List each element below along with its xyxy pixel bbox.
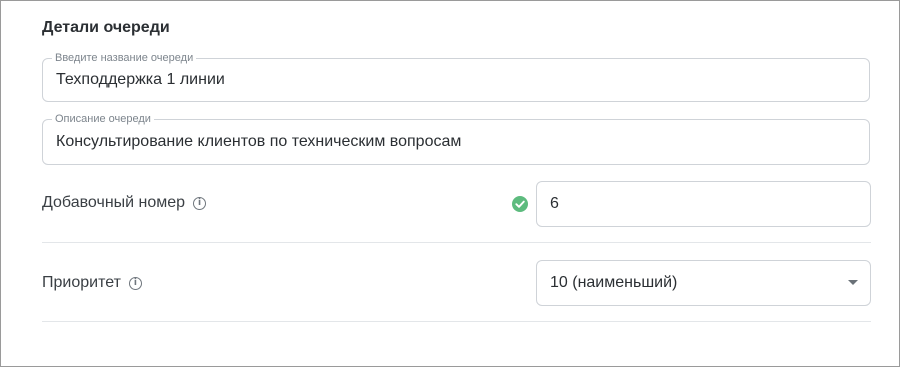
divider xyxy=(42,321,871,322)
queue-description-input[interactable]: Консультирование клиентов по техническим… xyxy=(56,120,461,164)
check-circle-icon xyxy=(512,196,528,212)
priority-row-label: Приоритет i xyxy=(42,274,142,292)
queue-name-field[interactable]: Введите название очереди Техподдержка 1 … xyxy=(42,51,870,102)
extension-input-box[interactable]: 6 xyxy=(536,181,871,227)
info-icon[interactable]: i xyxy=(128,276,142,290)
extension-input[interactable]: 6 xyxy=(550,182,559,226)
extension-label: Добавочный номер xyxy=(42,194,186,211)
chevron-down-icon[interactable] xyxy=(848,280,858,285)
queue-name-input[interactable]: Техподдержка 1 линии xyxy=(56,59,225,101)
info-icon[interactable]: i xyxy=(193,196,207,210)
priority-label: Приоритет xyxy=(42,274,121,291)
queue-description-field[interactable]: Описание очереди Консультирование клиент… xyxy=(42,112,870,165)
divider xyxy=(42,242,871,243)
priority-selected-value: 10 (наименьший) xyxy=(550,274,678,291)
extension-row-label: Добавочный номер i xyxy=(42,194,207,212)
queue-details-panel: Детали очереди Введите название очереди … xyxy=(0,0,900,367)
section-title: Детали очереди xyxy=(42,19,170,36)
priority-select[interactable]: 10 (наименьший) xyxy=(536,260,871,306)
